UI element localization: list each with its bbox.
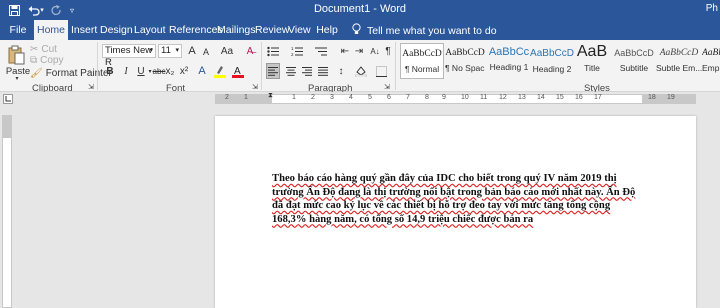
divider [261, 42, 262, 90]
document-title: Document1 - Word [313, 3, 407, 15]
tab-selector-icon[interactable] [3, 94, 13, 104]
tab-references[interactable]: References [169, 20, 223, 40]
decrease-indent-icon[interactable]: ⇤ [338, 44, 352, 58]
increase-indent-icon[interactable]: ⇥ [352, 44, 366, 58]
format-painter-button[interactable]: 🖌 Format Painter [30, 67, 112, 79]
font-size-dropdown[interactable]: 11 ▾ [158, 44, 182, 58]
indent-marker-icon[interactable]: ⧗ [268, 92, 273, 100]
underline-button[interactable]: U [135, 64, 147, 78]
font-launcher-icon[interactable]: ⇲ [252, 83, 258, 91]
numbering-icon[interactable]: 12 [290, 44, 304, 58]
grow-font-button[interactable]: A [186, 44, 198, 58]
font-name-dropdown[interactable]: Times New R ▾ [102, 44, 156, 68]
shading-icon[interactable] [354, 64, 368, 78]
align-right-icon[interactable] [300, 64, 314, 78]
style-no-spacing[interactable]: AaBbCcD ¶ No Spac... [445, 43, 485, 79]
line-spacing-icon[interactable]: ↕ [334, 64, 348, 78]
vertical-ruler[interactable] [2, 115, 12, 308]
shrink-font-button[interactable]: A [200, 45, 212, 59]
style-normal[interactable]: AaBbCcD ¶ Normal [400, 43, 444, 79]
change-case-button[interactable]: Aa [218, 44, 236, 58]
tab-design[interactable]: Design [100, 20, 133, 40]
style-heading-1[interactable]: AaBbCc Heading 1 [487, 43, 531, 79]
svg-text:1: 1 [291, 46, 294, 51]
tab-help[interactable]: Help [316, 20, 338, 40]
paintbrush-icon: 🖌 [30, 67, 43, 79]
sort-icon[interactable]: A↓ [368, 44, 382, 58]
tell-me-text: Tell me what you want to do [367, 24, 497, 37]
superscript-button[interactable]: x² [178, 64, 190, 78]
document-page[interactable]: Theo báo cáo hàng quý gần đây của IDC ch… [215, 116, 696, 308]
highlight-color-icon[interactable] [214, 64, 226, 78]
clear-formatting-icon[interactable]: A̶ [244, 44, 256, 58]
subscript-button[interactable]: x₂ [164, 64, 176, 78]
bullets-icon[interactable] [266, 44, 280, 58]
lightbulb-icon [352, 23, 361, 38]
tab-insert[interactable]: Insert [71, 20, 97, 40]
scissors-icon: ✂ [30, 43, 39, 55]
paragraph-launcher-icon[interactable]: ⇲ [384, 83, 390, 91]
user-name[interactable]: Ph [706, 3, 718, 14]
tab-layout[interactable]: Layout [134, 20, 166, 40]
borders-icon[interactable] [374, 64, 388, 78]
clipboard-launcher-icon[interactable]: ⇲ [88, 83, 94, 91]
multilevel-list-icon[interactable] [314, 44, 328, 58]
svg-text:2: 2 [291, 52, 294, 57]
style-emphasis[interactable]: AaBbCcD Emph [702, 43, 720, 79]
copy-button[interactable]: ⧉ Copy [30, 54, 64, 66]
align-center-icon[interactable] [284, 64, 298, 78]
horizontal-ruler[interactable]: ⧗ 2 1 1 2 3 4 5 6 7 8 9 10 11 12 13 14 1… [215, 92, 696, 104]
align-left-icon[interactable] [266, 63, 280, 79]
style-heading-2[interactable]: AaBbCcD Heading 2 [530, 43, 574, 79]
style-subtitle[interactable]: AaBbCcD Subtitle [612, 43, 656, 79]
show-marks-button[interactable]: ¶ [382, 44, 394, 58]
tab-view[interactable]: View [288, 20, 311, 40]
tab-review[interactable]: Review [255, 20, 289, 40]
style-subtle-emphasis[interactable]: AaBbCcD Subtle Em... [656, 43, 702, 79]
tab-home[interactable]: Home [34, 20, 68, 40]
text-effects-icon[interactable]: A [196, 64, 208, 78]
copy-icon: ⧉ [30, 54, 38, 66]
divider [97, 42, 98, 90]
title-bar: ▾ ▿ Document1 - Word Ph [0, 0, 720, 20]
bold-button[interactable]: B [104, 64, 116, 78]
style-title[interactable]: AaB Title [572, 43, 612, 79]
paste-dropdown-icon[interactable]: ▾ [12, 75, 22, 82]
ribbon-tabs: File Home Insert Design Layout Reference… [0, 20, 720, 40]
tell-me-box[interactable]: Tell me what you want to do [352, 23, 497, 38]
cut-button[interactable]: ✂ Cut [30, 43, 57, 55]
italic-button[interactable]: I [120, 64, 132, 78]
paste-icon[interactable] [6, 44, 28, 66]
justify-icon[interactable] [316, 64, 330, 78]
ruler-row: ⧗ 2 1 1 2 3 4 5 6 7 8 9 10 11 12 13 14 1… [0, 92, 720, 106]
tab-file[interactable]: File [6, 20, 30, 40]
ribbon: Paste ▾ ✂ Cut ⧉ Copy 🖌 Format Painter Clipb… [0, 40, 720, 94]
divider [395, 42, 396, 90]
font-color-icon[interactable]: A [232, 64, 244, 78]
document-paragraph[interactable]: Theo báo cáo hàng quý gần đây của IDC ch… [272, 172, 642, 226]
tab-mailings[interactable]: Mailings [217, 20, 256, 40]
